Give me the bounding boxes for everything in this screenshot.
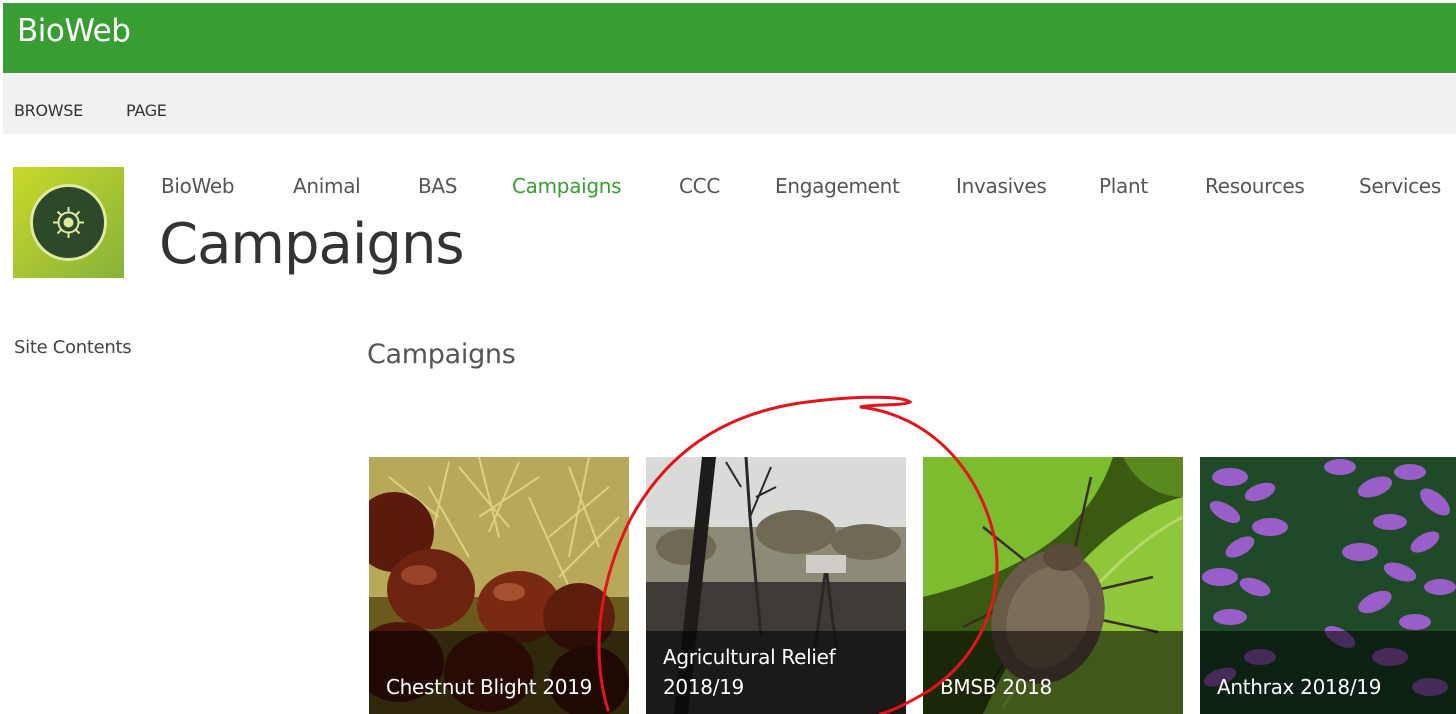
nav-item-animal[interactable]: Animal (293, 174, 361, 198)
tile-agricultural-relief[interactable]: Agricultural Relief 2018/19 (646, 457, 906, 714)
tile-label-line-1: Agricultural Relief (663, 645, 836, 669)
top-navigation: BioWeb Animal BAS Campaigns CCC Engageme… (0, 174, 1456, 204)
suite-bar: BioWeb (3, 3, 1456, 73)
nav-item-resources[interactable]: Resources (1205, 174, 1305, 198)
ribbon-tab-page[interactable]: PAGE (126, 101, 167, 120)
ribbon: BROWSE PAGE (3, 73, 1456, 134)
ribbon-tab-browse[interactable]: BROWSE (14, 101, 83, 120)
nav-item-plant[interactable]: Plant (1099, 174, 1148, 198)
webpart-title: Campaigns (367, 339, 516, 370)
tile-label-line-2: 2018/19 (663, 675, 744, 699)
suite-title[interactable]: BioWeb (17, 13, 131, 49)
page-title: Campaigns (159, 212, 465, 277)
tile-label: Anthrax 2018/19 (1217, 675, 1382, 699)
nav-item-invasives[interactable]: Invasives (956, 174, 1047, 198)
nav-item-services[interactable]: Services (1359, 174, 1441, 198)
tile-chestnut-blight[interactable]: Chestnut Blight 2019 (369, 457, 629, 714)
nav-item-ccc[interactable]: CCC (679, 174, 720, 198)
quicklaunch-site-contents[interactable]: Site Contents (14, 337, 132, 358)
nav-item-bas[interactable]: BAS (418, 174, 458, 198)
tile-label: Chestnut Blight 2019 (386, 675, 593, 699)
nav-item-campaigns[interactable]: Campaigns (512, 174, 622, 198)
nav-item-engagement[interactable]: Engagement (775, 174, 900, 198)
tile-bmsb[interactable]: BMSB 2018 (923, 457, 1183, 714)
tile-anthrax[interactable]: Anthrax 2018/19 (1200, 457, 1456, 714)
tile-label: Agricultural Relief 2018/19 (663, 642, 836, 702)
tile-label: BMSB 2018 (940, 675, 1052, 699)
nav-item-bioweb[interactable]: BioWeb (161, 174, 235, 198)
